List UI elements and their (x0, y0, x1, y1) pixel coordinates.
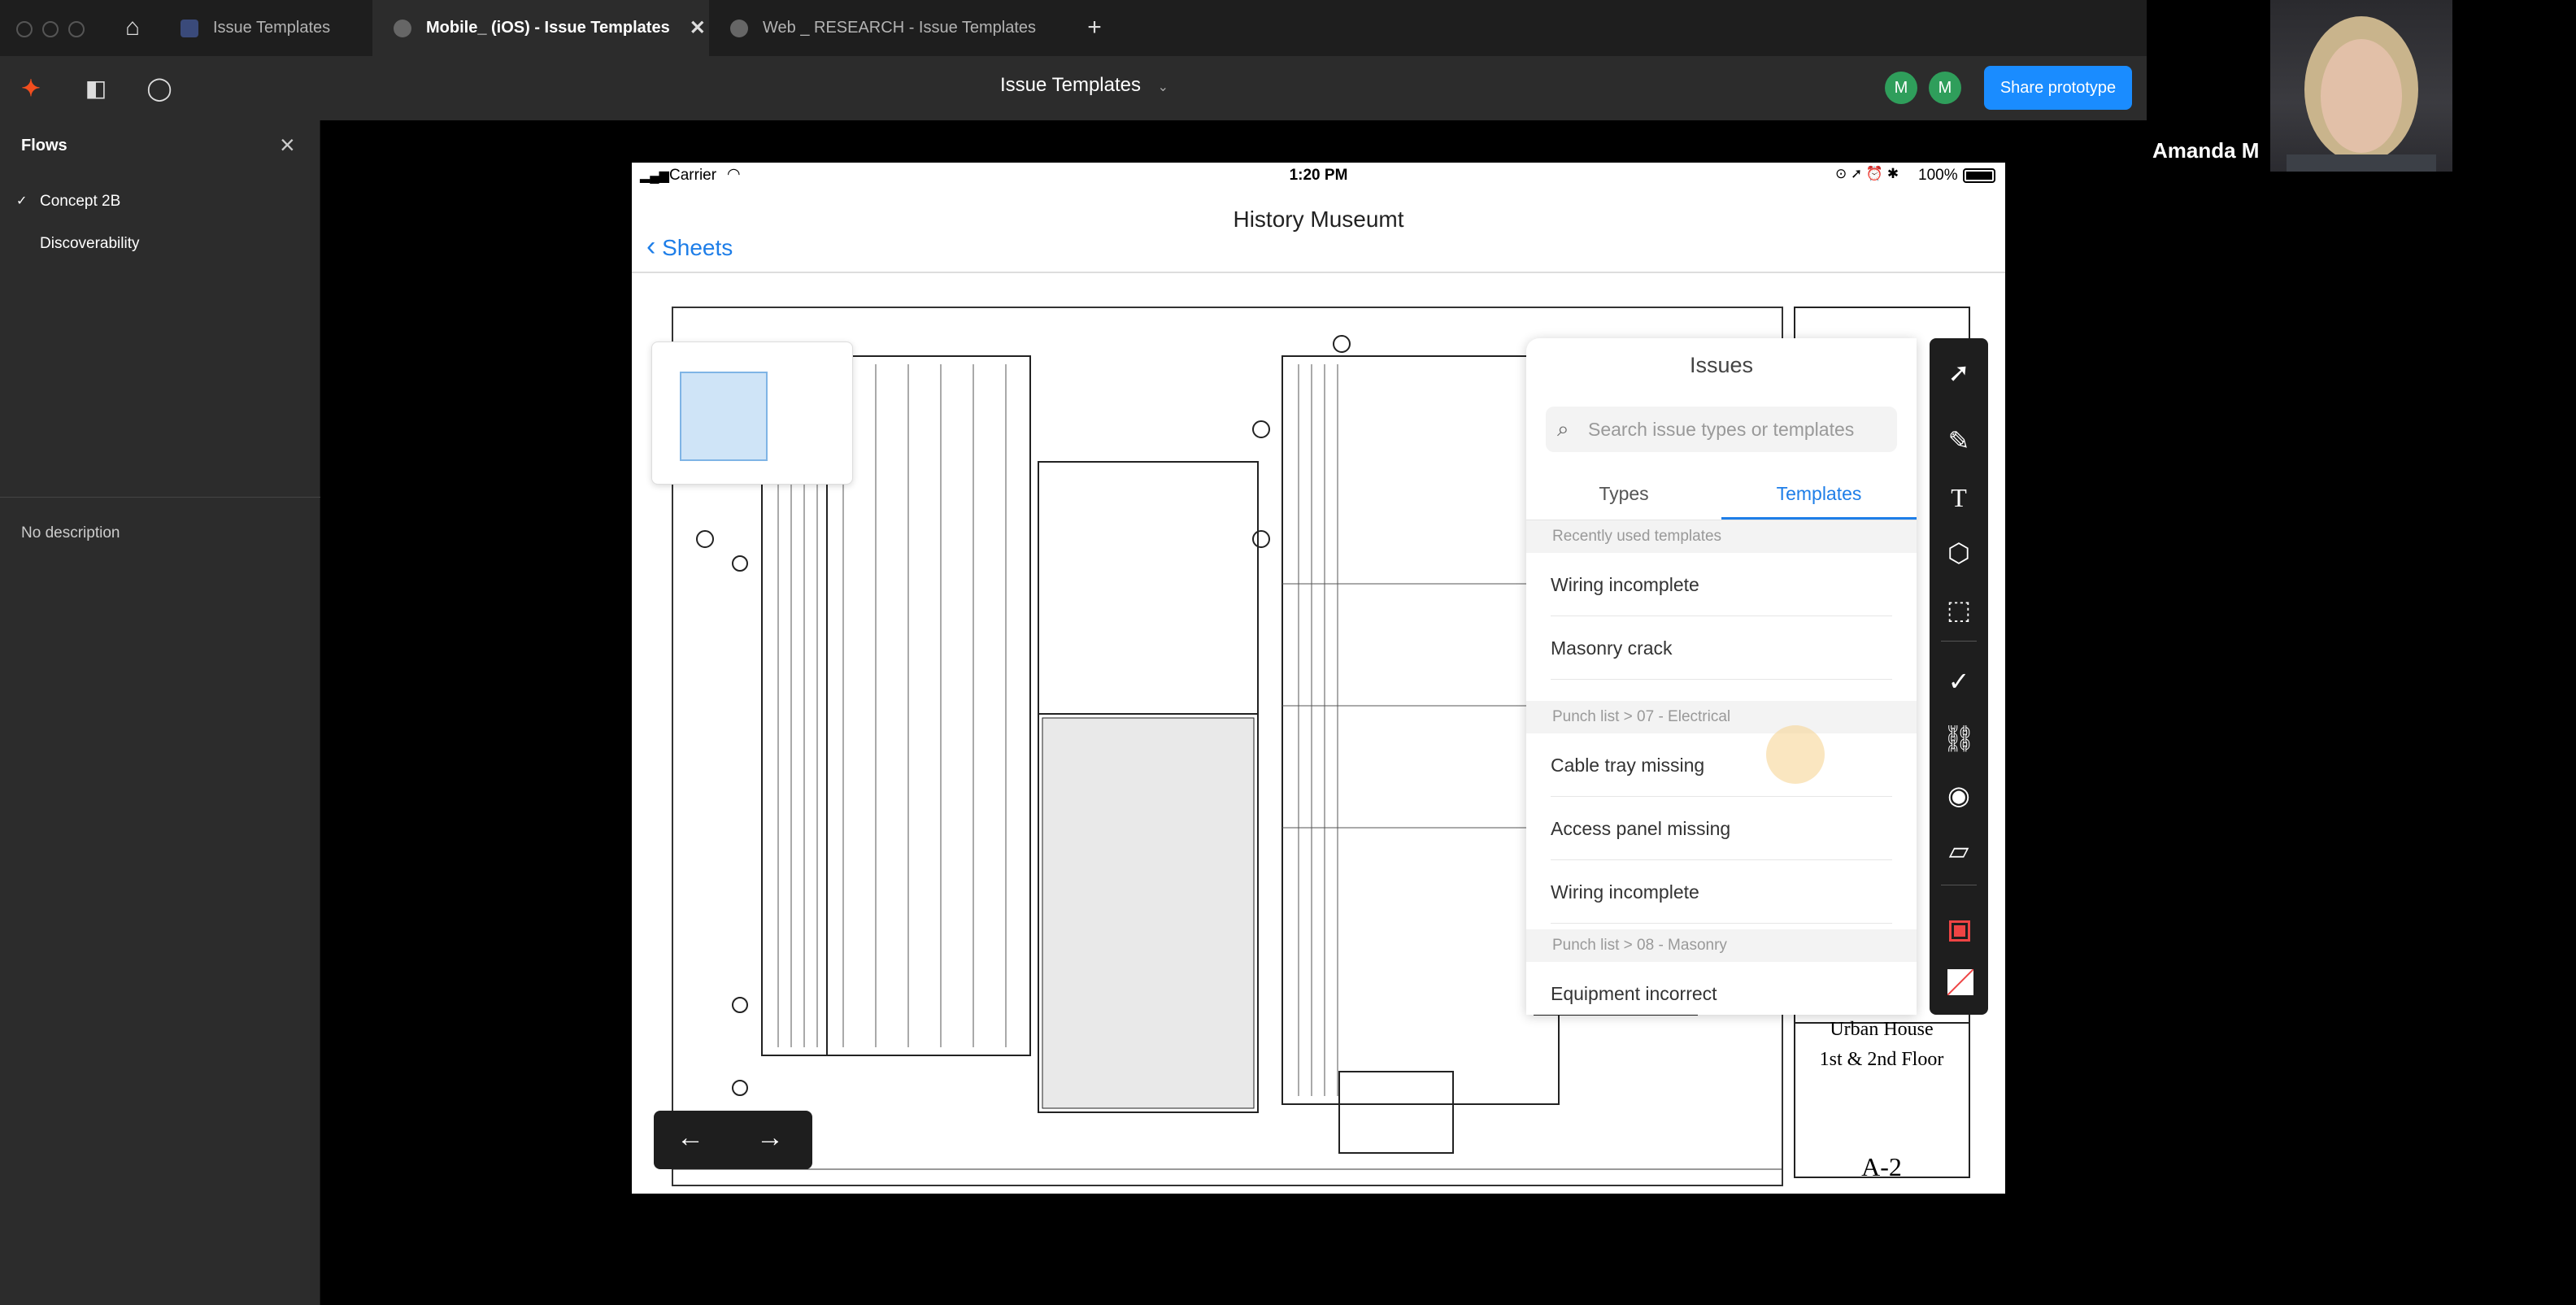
maximize-window-button[interactable] (68, 21, 85, 37)
sidebar-toggle-icon[interactable]: ◧ (80, 72, 112, 105)
titleblock-line2: 1st & 2nd Floor (1820, 1049, 1944, 1070)
comment-icon[interactable]: ◯ (143, 72, 176, 105)
touch-indicator (1766, 725, 1825, 784)
cursor-icon[interactable]: ➚ (1930, 353, 1988, 392)
webcam-video (2270, 0, 2452, 172)
list-item[interactable]: Masonry crack (1551, 616, 1892, 680)
markup-toolbar: ➚ ✎ T ⬡ ⬚ ✓ ⛓ ◉ ▱ (1930, 338, 1988, 1015)
ios-status-bar: ▂▄▆ Carrier ◠ 1:20 PM ⊙ ➚ ⏰ ✱ 100% (632, 163, 2005, 190)
presenter-name: Amanda M (2152, 138, 2260, 163)
ruler-icon[interactable]: ▱ (1930, 831, 1988, 870)
play-icon (394, 19, 411, 37)
close-tab-icon[interactable]: ✕ (690, 16, 706, 40)
tab-bar: ⌂ Issue Templates Mobile_ (iOS) - Issue … (0, 0, 2147, 56)
figma-logo-icon[interactable]: ✦ (15, 72, 47, 105)
chevron-left-icon: ‹ (646, 231, 656, 262)
arrow-right-icon[interactable]: → (756, 1122, 784, 1154)
issues-title: Issues (1689, 353, 1754, 377)
flow-item-discoverability[interactable]: Discoverability (40, 235, 139, 253)
list-item[interactable]: Access panel missing (1551, 797, 1892, 860)
search-field[interactable]: ⌕ (1546, 407, 1897, 452)
arrow-left-icon[interactable]: ← (677, 1122, 704, 1154)
divider (1941, 641, 1977, 642)
file-icon (181, 19, 198, 37)
section-header: Punch list > 07 - Electrical (1526, 701, 1917, 733)
flows-panel: Flows × ✓ Concept 2B Discoverability No … (0, 120, 320, 1305)
back-button[interactable]: ‹ Sheets (646, 231, 733, 263)
text-icon[interactable]: T (1930, 478, 1988, 517)
list-item[interactable]: Equipment incorrect (1551, 962, 1892, 1015)
lasso-icon[interactable]: ⬚ (1930, 590, 1988, 629)
battery-percent: 100% (1918, 167, 1958, 184)
play-icon (730, 19, 748, 37)
tab-web-research[interactable]: Web _ RESEARCH - Issue Templates (709, 0, 1067, 56)
flow-description: No description (21, 524, 120, 542)
flow-item-concept-2b[interactable]: ✓ Concept 2B (16, 193, 120, 211)
minimap-thumbnail[interactable] (651, 341, 853, 485)
new-tab-icon[interactable]: + (1078, 11, 1111, 44)
chevron-down-icon: ⌄ (1157, 80, 1169, 94)
camera-icon[interactable]: ◉ (1930, 776, 1988, 815)
section-header: Punch list > 08 - Masonry (1526, 929, 1917, 962)
titleblock-line1: Urban House (1830, 1019, 1933, 1040)
divider (0, 497, 320, 498)
search-icon: ⌕ (1557, 416, 1569, 441)
document-title[interactable]: Issue Templates ⌄ (1000, 74, 1168, 97)
issues-panel: Issues ⌕ Types Templates Recently used t… (1526, 338, 1917, 1015)
checkmark-icon[interactable]: ✓ (1930, 662, 1988, 701)
sheet-number: A-2 (1861, 1152, 1902, 1181)
page-title: History Museumt (1233, 207, 1404, 232)
close-icon[interactable]: × (280, 130, 295, 160)
stroke-color-icon[interactable] (1947, 969, 1973, 995)
battery-icon (1963, 168, 1995, 183)
minimize-window-button[interactable] (42, 21, 59, 37)
section-header: Recently used templates (1526, 520, 1917, 553)
presenter-portrait (2287, 16, 2436, 172)
search-input[interactable] (1588, 415, 1881, 444)
viewport-indicator[interactable] (680, 372, 768, 461)
tab-types[interactable]: Types (1526, 483, 1721, 505)
list-item[interactable]: Wiring incomplete (1551, 553, 1892, 616)
pen-icon[interactable]: ✎ (1930, 421, 1988, 460)
avatar[interactable]: M (1885, 72, 1917, 104)
link-icon[interactable]: ⛓ (1930, 719, 1988, 758)
tab-issue-templates[interactable]: Issue Templates (159, 0, 368, 56)
prototype-toolbar: ✦ ◧ ◯ Issue Templates ⌄ M M Share protot… (0, 56, 2147, 120)
shapes-icon[interactable]: ⬡ (1930, 533, 1988, 572)
prototype-frame: ▂▄▆ Carrier ◠ 1:20 PM ⊙ ➚ ⏰ ✱ 100% ‹ She… (632, 163, 2005, 1194)
clock: 1:20 PM (1289, 167, 1348, 184)
home-icon[interactable]: ⌂ (116, 11, 149, 44)
page-navigator: ← → (654, 1111, 812, 1169)
share-prototype-button[interactable]: Share prototype (1984, 66, 2132, 110)
tab-templates[interactable]: Templates (1721, 483, 1917, 505)
list-item[interactable]: Cable tray missing (1551, 733, 1892, 797)
checkmark-icon: ✓ (16, 194, 28, 208)
flows-header: Flows (21, 137, 67, 154)
fill-color-icon[interactable] (1949, 920, 1970, 942)
close-window-button[interactable] (16, 21, 33, 37)
avatar[interactable]: M (1929, 72, 1961, 104)
list-item[interactable]: Wiring incomplete (1551, 860, 1892, 924)
status-icons: ⊙ ➚ ⏰ ✱ (1835, 166, 1899, 181)
tab-mobile-ios[interactable]: Mobile_ (iOS) - Issue Templates ✕ (372, 0, 709, 56)
